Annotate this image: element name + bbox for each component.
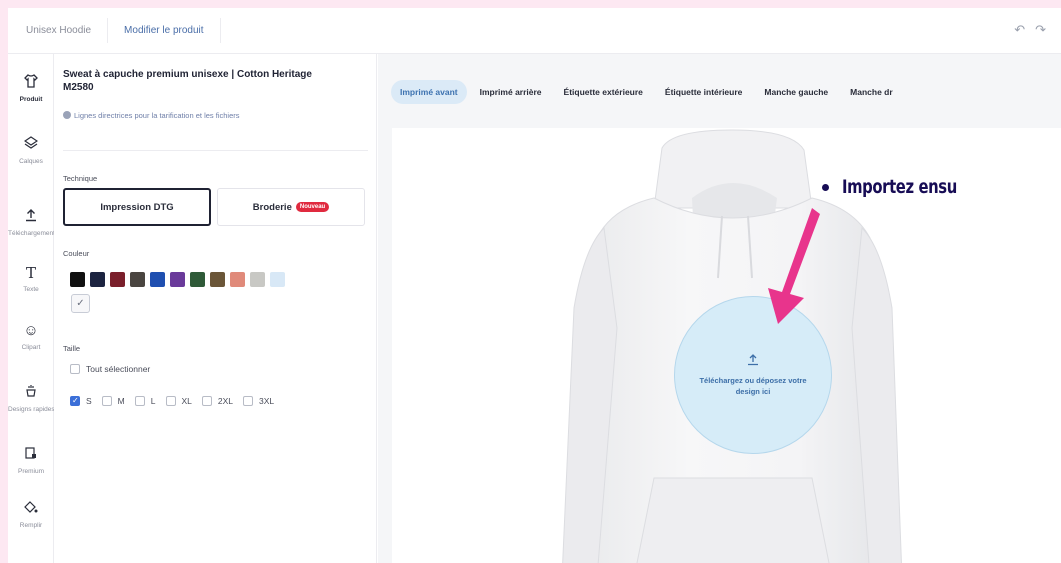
rail-item-uploads[interactable]: Téléchargements (8, 208, 54, 237)
top-bar: Unisex Hoodie Modifier le produit ↶ ↷ (8, 8, 1061, 54)
color-swatch[interactable] (230, 272, 245, 287)
rail-item-quick-designs[interactable]: Designs rapides (8, 384, 54, 413)
size-label: 3XL (259, 396, 275, 406)
select-all-label: Tout sélectionner (86, 364, 151, 374)
fill-icon (8, 500, 54, 518)
size-label: XL (181, 396, 192, 406)
rail-label: Téléchargements (8, 230, 54, 237)
rail-item-clipart[interactable]: ☺ Clipart (8, 322, 54, 351)
upload-text: Téléchargez ou déposez votre design ici (699, 375, 807, 396)
guidelines-text: Lignes directrices pour la tarification … (74, 111, 240, 120)
color-swatch[interactable] (270, 272, 285, 287)
editor-window: Unisex Hoodie Modifier le produit ↶ ↷ Pr… (8, 8, 1061, 563)
product-title: Sweat à capuche premium unisexe | Cotton… (63, 69, 312, 93)
color-swatch[interactable] (170, 272, 185, 287)
size-checkbox[interactable] (70, 396, 80, 406)
upload-icon (8, 208, 54, 226)
smiley-icon: ☺ (23, 322, 39, 339)
size-label: Taille (63, 344, 81, 353)
size-options: S M L XL 2XL 3XL (70, 396, 274, 406)
divider (63, 150, 368, 151)
undo-icon[interactable]: ↶ (1014, 22, 1025, 38)
info-icon (63, 111, 71, 119)
rail-item-product[interactable]: Produit (8, 74, 54, 103)
color-label: Couleur (63, 249, 90, 258)
history-controls: ↶ ↷ (1014, 22, 1046, 38)
technique-dtg-button[interactable]: Impression DTG (63, 188, 211, 226)
size-label: 2XL (217, 396, 234, 406)
size-option-l[interactable]: L (134, 396, 156, 406)
size-label: M (117, 396, 125, 406)
color-swatch[interactable] (210, 272, 225, 287)
upload-icon (747, 353, 759, 369)
rail-label: Texte (23, 286, 39, 293)
technique-embroidery-button[interactable]: Broderie Nouveau (217, 188, 365, 226)
quick-designs-icon (8, 384, 54, 402)
placement-tab[interactable]: Imprimé avant (391, 80, 467, 104)
placement-tabs: Imprimé avant Imprimé arrière Étiquette ex… (391, 80, 902, 104)
rail-label: Calques (19, 158, 43, 165)
guidelines-link[interactable]: Lignes directrices pour la tarification … (63, 111, 240, 120)
rail-item-layers[interactable]: Calques (8, 136, 54, 165)
redo-icon[interactable]: ↷ (1035, 22, 1046, 38)
rail-label: Produit (19, 96, 43, 103)
design-canvas[interactable]: Téléchargez ou déposez votre design ici (392, 128, 1061, 563)
rail-label: Premium (17, 468, 44, 475)
size-option-xl[interactable]: XL (165, 396, 192, 406)
instruction-text: Importez ensu (842, 176, 957, 198)
color-swatches (70, 272, 285, 287)
placement-tab[interactable]: Étiquette extérieure (555, 80, 652, 104)
workspace: Imprimé avant Imprimé arrière Étiquette ex… (378, 54, 1061, 563)
size-checkbox[interactable] (243, 396, 254, 406)
placement-tab[interactable]: Manche gauche (755, 80, 837, 104)
rail-item-fill[interactable]: Remplir (8, 500, 54, 529)
rail-label: Remplir (19, 522, 43, 529)
technique-label: Technique (63, 174, 98, 183)
check-icon: ✓ (76, 298, 85, 309)
size-checkbox[interactable] (201, 396, 212, 406)
rail-label: Designs rapides (8, 406, 54, 413)
size-option-2xl[interactable]: 2XL (201, 396, 234, 406)
select-all-sizes[interactable]: Tout sélectionner (70, 364, 150, 374)
pointer-arrow (768, 208, 820, 324)
size-checkbox[interactable] (134, 396, 145, 406)
select-all-checkbox[interactable] (70, 364, 80, 374)
size-option-m[interactable]: M (101, 396, 125, 406)
tool-rail: Produit Calques Téléchargements T Texte … (8, 54, 54, 563)
color-swatch[interactable] (190, 272, 205, 287)
breadcrumb-product[interactable]: Unisex Hoodie (18, 18, 109, 43)
instruction-bullet (822, 184, 829, 191)
text-icon: T (25, 264, 36, 282)
shirt-icon (8, 74, 54, 92)
color-swatch[interactable] (110, 272, 125, 287)
product-panel: Sweat à capuche premium unisexe | Cotton… (55, 54, 426, 563)
placement-tab[interactable]: Manche dr (841, 80, 902, 104)
placement-tab[interactable]: Étiquette intérieure (656, 80, 751, 104)
layers-icon (8, 136, 54, 154)
color-swatch[interactable] (250, 272, 265, 287)
rail-label: Clipart (21, 344, 41, 351)
rail-item-premium[interactable]: Premium (8, 446, 54, 475)
size-checkbox[interactable] (101, 396, 112, 406)
size-option-3xl[interactable]: 3XL (243, 396, 274, 406)
technique-dtg-label: Impression DTG (100, 201, 174, 213)
rail-item-text[interactable]: T Texte (8, 264, 54, 293)
color-swatch[interactable] (150, 272, 165, 287)
placement-tab[interactable]: Imprimé arrière (471, 80, 551, 104)
breadcrumb-current[interactable]: Modifier le produit (114, 18, 221, 43)
technique-embroidery-label: Broderie (252, 201, 292, 213)
size-checkbox[interactable] (165, 396, 176, 406)
color-swatch[interactable] (130, 272, 145, 287)
selected-color-swatch[interactable]: ✓ (71, 294, 90, 313)
new-badge: Nouveau (295, 202, 330, 212)
premium-icon (8, 446, 54, 464)
size-label: L (150, 396, 156, 406)
color-swatch[interactable] (70, 272, 85, 287)
size-label: S (86, 396, 92, 406)
color-swatch[interactable] (90, 272, 105, 287)
size-option-s[interactable]: S (70, 396, 92, 406)
